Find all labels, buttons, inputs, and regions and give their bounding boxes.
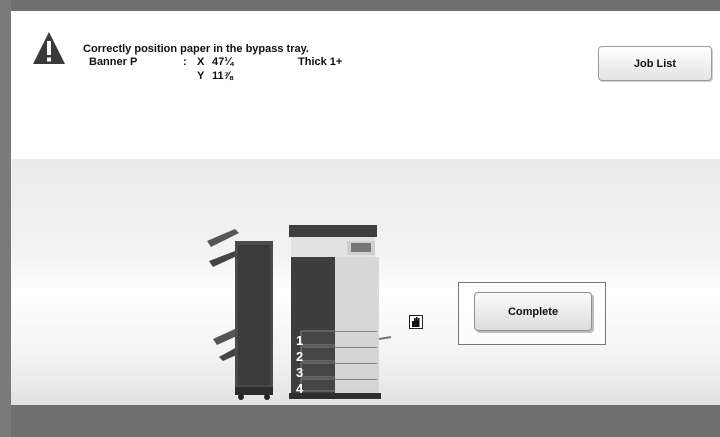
message-panel: Correctly position paper in the bypass t… <box>11 11 720 405</box>
job-list-button[interactable]: Job List <box>598 46 712 81</box>
bypass-tray-hand-icon <box>409 315 423 329</box>
complete-button[interactable]: Complete <box>474 292 592 331</box>
bottom-bar <box>11 405 720 437</box>
paper-name: Banner P <box>89 56 138 68</box>
screen-frame: Correctly position paper in the bypass t… <box>0 0 720 437</box>
paper-trays <box>300 330 378 392</box>
tray-1-label: 1 <box>296 333 303 348</box>
printer-illustration: 1 2 3 4 <box>207 225 391 400</box>
y-value: 11⅞ <box>212 70 233 82</box>
y-label: Y <box>197 70 205 82</box>
bypass-tray <box>378 336 391 340</box>
message-area: Correctly position paper in the bypass t… <box>11 11 720 159</box>
paper-type: Thick 1+ <box>298 56 343 68</box>
x-label: X <box>197 56 205 68</box>
left-edge <box>0 0 11 437</box>
tray-3-label: 3 <box>296 365 303 380</box>
x-value: 47¼ <box>212 56 234 68</box>
message-line: Correctly position paper in the bypass t… <box>83 43 309 55</box>
warning-icon <box>33 32 65 64</box>
tray-2-label: 2 <box>296 349 303 364</box>
separator: : <box>183 56 187 68</box>
